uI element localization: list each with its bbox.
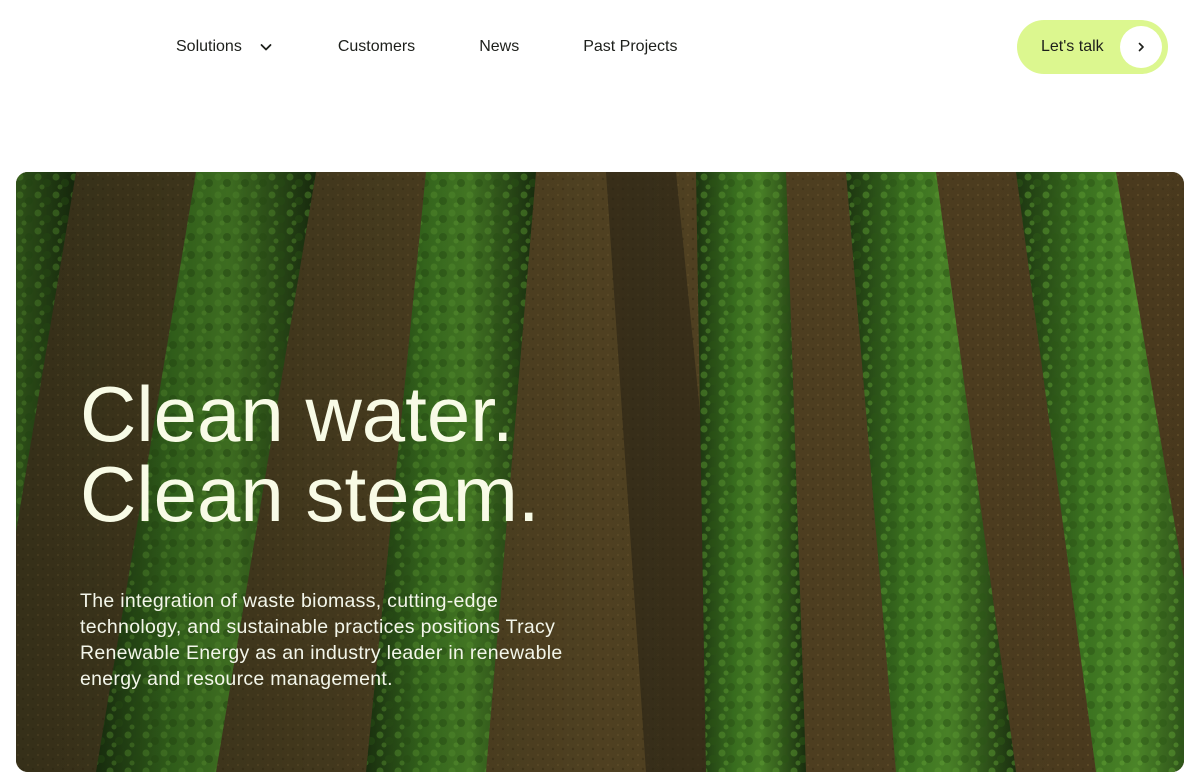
hero-title-line-2: Clean steam. — [80, 450, 540, 538]
nav-item-solutions[interactable]: Solutions — [176, 34, 274, 60]
nav-item-label: Solutions — [176, 38, 242, 55]
hero-title-line-1: Clean water. — [80, 370, 514, 458]
main-nav: Solutions Customers News Past Projects — [176, 34, 677, 60]
chevron-down-icon[interactable] — [258, 39, 274, 55]
nav-item-label: Customers — [337, 38, 416, 55]
lets-talk-button[interactable]: Let's talk — [1017, 20, 1168, 74]
lets-talk-label: Let's talk — [1041, 38, 1104, 55]
site-header: Solutions Customers News Past Projects L… — [0, 0, 1200, 94]
nav-item-past-projects[interactable]: Past Projects — [583, 34, 677, 60]
nav-item-label: News — [479, 38, 520, 55]
nav-item-news[interactable]: News — [479, 34, 519, 60]
hero-description: The integration of waste biomass, cuttin… — [80, 590, 563, 690]
hero-section: Clean water. Clean steam. The integratio… — [16, 172, 1184, 772]
hero-title: Clean water. Clean steam. — [80, 374, 540, 534]
chevron-right-icon[interactable] — [1120, 26, 1162, 68]
nav-item-customers[interactable]: Customers — [338, 34, 415, 60]
nav-item-label: Past Projects — [583, 38, 678, 55]
